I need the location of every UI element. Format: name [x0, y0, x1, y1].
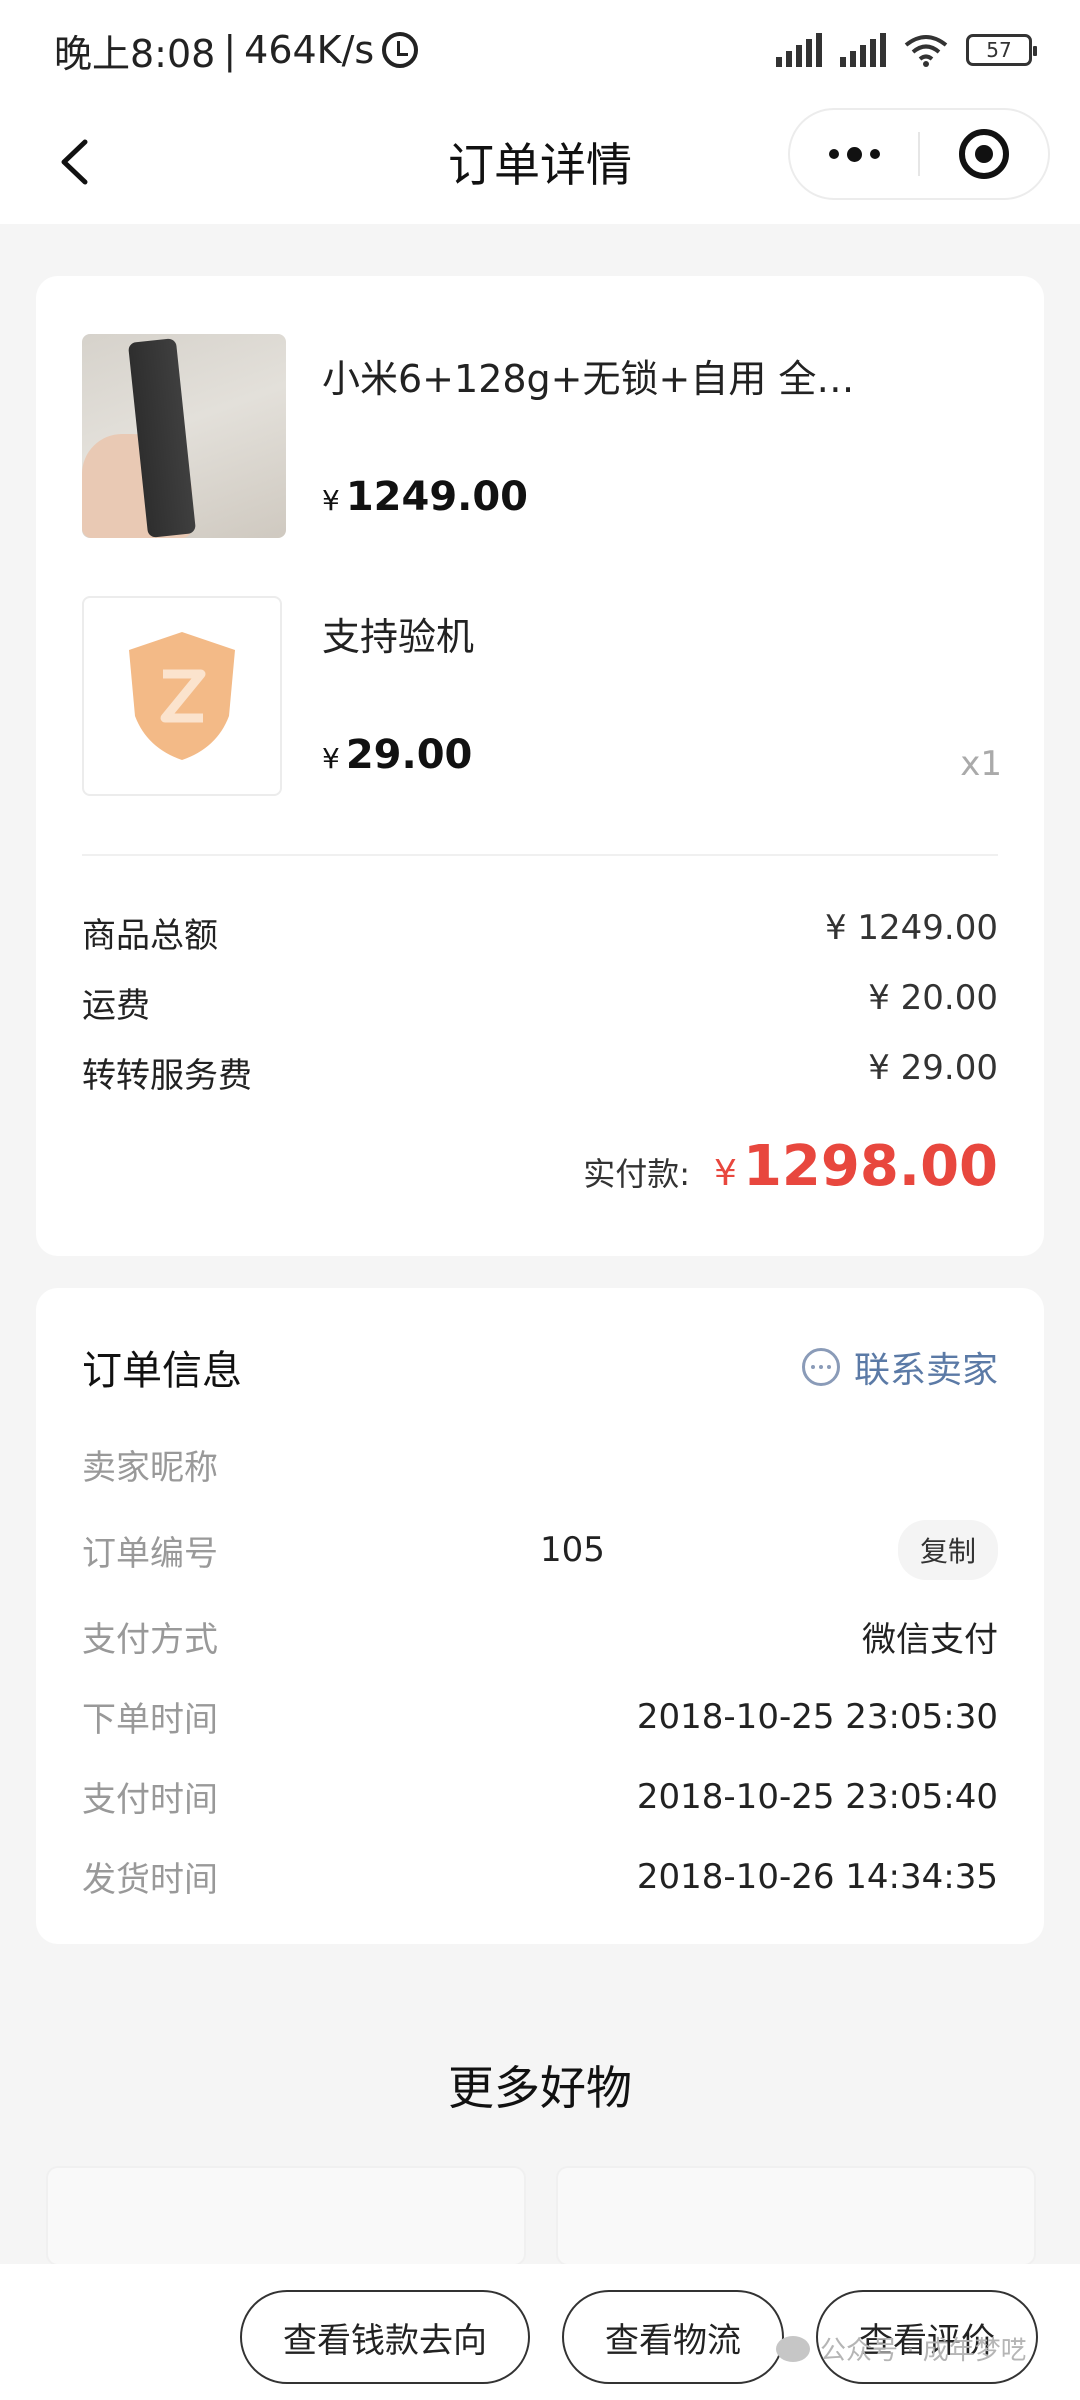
view-money-flow-button[interactable]: 查看钱款去向 [240, 2290, 530, 2384]
order-number: 105 [540, 1530, 605, 1570]
info-label: 支付方式 [82, 1620, 218, 1660]
total-label: 实付款: [583, 1155, 691, 1193]
info-label: 发货时间 [82, 1860, 218, 1900]
fee-value: ¥ 1249.00 [824, 908, 998, 948]
contact-seller-label: 联系卖家 [853, 1350, 998, 1391]
watermark: 公众号 · 成年梦呓 [776, 2330, 1027, 2367]
wechat-icon [776, 2335, 810, 2362]
wifi-icon [904, 35, 948, 67]
contact-seller-button[interactable]: 联系卖家 [801, 1341, 998, 1393]
recommended-item[interactable] [46, 2166, 526, 2266]
watermark-text: 公众号 · 成年梦呓 [820, 2336, 1027, 2366]
order-info-header: 订单信息 联系卖家 [82, 1338, 998, 1396]
copy-button[interactable]: 复制 [897, 1520, 998, 1580]
status-right: 57 [776, 33, 1037, 67]
battery-icon: 57 [966, 34, 1037, 66]
product-price: ¥29.00 [322, 732, 472, 778]
close-miniprogram-icon[interactable] [920, 129, 1048, 179]
signal-roaming-icon [840, 33, 886, 67]
order-info-title: 订单信息 [82, 1348, 242, 1394]
total-currency: ¥ [714, 1153, 737, 1194]
order-products-card: 小米6+128g+无锁+自用 全… ¥1249.00 支持验机 ¥29.00 x… [36, 276, 1044, 1256]
view-logistics-button[interactable]: 查看物流 [562, 2290, 784, 2384]
total-amount: 1298.00 [742, 1134, 998, 1199]
ship-time-row: 发货时间 2018-10-26 14:34:35 [82, 1852, 998, 1901]
order-number-row: 订单编号 105 复制 [82, 1520, 998, 1580]
info-value: 2018-10-26 14:34:35 [636, 1856, 998, 1897]
product-item-inspection[interactable]: 支持验机 ¥29.00 x1 [82, 596, 1002, 800]
seller-nickname-row: 卖家昵称 [82, 1440, 998, 1489]
info-label: 支付时间 [82, 1780, 218, 1820]
total-paid: 实付款: ¥ 1298.00 [583, 1134, 998, 1199]
nav-bar: 订单详情 [0, 100, 1080, 224]
fee-row-shipping: 运费 ¥ 20.00 [82, 978, 998, 1027]
chat-icon [801, 1348, 840, 1386]
info-value: 微信支付 [862, 1620, 998, 1660]
product-image [82, 334, 286, 538]
page-title: 订单详情 [448, 138, 632, 192]
info-label: 卖家昵称 [82, 1448, 218, 1488]
product-item-phone[interactable]: 小米6+128g+无锁+自用 全… ¥1249.00 [82, 334, 1002, 544]
status-speed: 464K/s [244, 28, 375, 72]
info-value: 2018-10-25 23:05:40 [636, 1776, 998, 1817]
fee-row-goods-total: 商品总额 ¥ 1249.00 [82, 908, 998, 957]
fee-row-service: 转转服务费 ¥ 29.00 [82, 1048, 998, 1097]
back-icon[interactable] [48, 136, 100, 188]
payment-method-row: 支付方式 微信支付 [82, 1612, 998, 1661]
currency-symbol: ¥ [322, 484, 340, 517]
fee-label: 商品总额 [82, 916, 218, 956]
fee-value: ¥ 29.00 [868, 1048, 998, 1088]
signal-icon [776, 33, 822, 67]
recommended-item[interactable] [556, 2166, 1036, 2266]
product-quantity: x1 [960, 744, 1002, 784]
pay-time-row: 支付时间 2018-10-25 23:05:40 [82, 1772, 998, 1821]
inspection-shield-icon [82, 596, 282, 796]
product-title: 小米6+128g+无锁+自用 全… [322, 357, 855, 401]
product-price: ¥1249.00 [322, 474, 528, 520]
divider [82, 854, 998, 856]
status-time: 晚上8:08 [54, 31, 216, 76]
more-goods-title: 更多好物 [448, 2061, 632, 2115]
order-time-row: 下单时间 2018-10-25 23:05:30 [82, 1692, 998, 1741]
price-value: 29.00 [345, 732, 473, 778]
info-value: 2018-10-25 23:05:30 [636, 1696, 998, 1737]
alarm-icon [382, 32, 419, 68]
fee-label: 转转服务费 [82, 1056, 252, 1096]
more-options-icon[interactable] [790, 146, 918, 162]
price-value: 1249.00 [345, 474, 529, 520]
info-label: 订单编号 [82, 1533, 218, 1574]
status-bar: 晚上8:08 | 464K/s 57 [0, 0, 1080, 100]
fee-value: ¥ 20.00 [868, 978, 998, 1018]
status-separator: | [223, 28, 237, 72]
status-left: 晚上8:08 | 464K/s [54, 23, 419, 78]
order-info-card: 订单信息 联系卖家 卖家昵称 订单编号 105 复制 支付方式 微信支付 下单时… [36, 1288, 1044, 1944]
battery-level: 57 [986, 38, 1012, 62]
info-label: 下单时间 [82, 1700, 218, 1740]
product-title: 支持验机 [322, 615, 475, 659]
currency-symbol: ¥ [322, 742, 340, 775]
mini-program-capsule [788, 108, 1050, 200]
fee-label: 运费 [82, 986, 150, 1026]
